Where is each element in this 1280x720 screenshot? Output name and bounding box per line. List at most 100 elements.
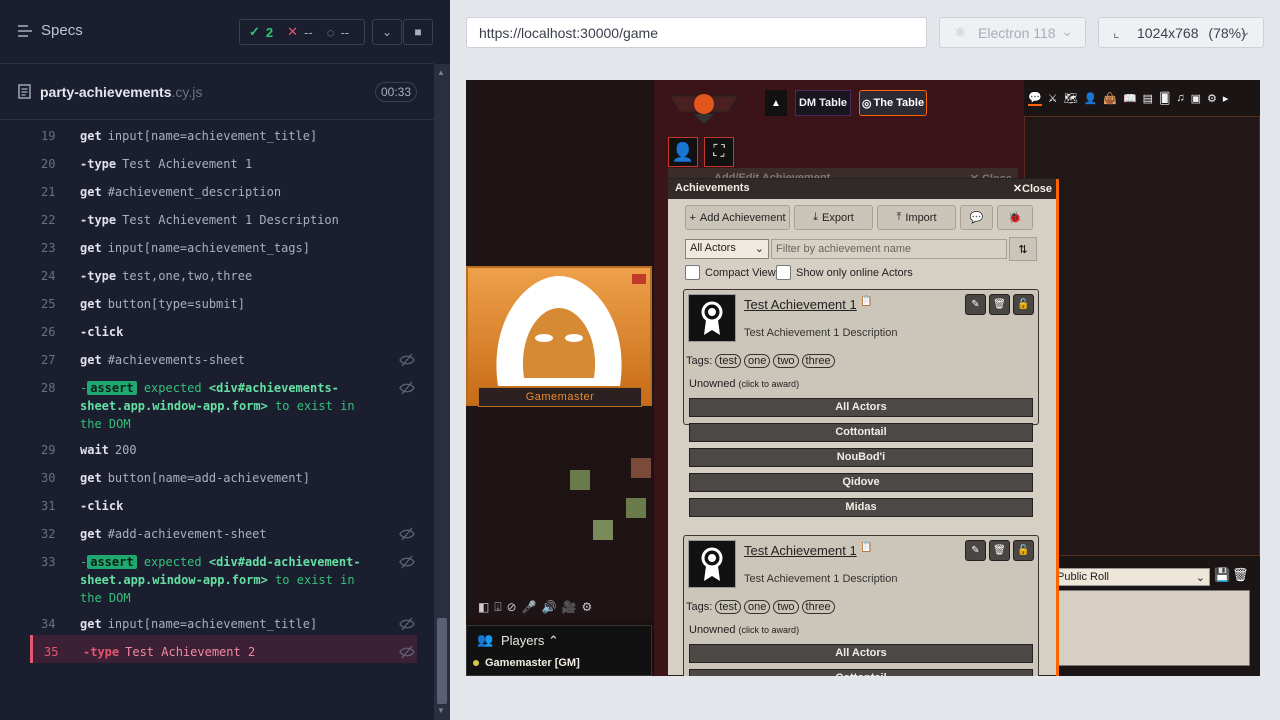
map-icon[interactable]: 🗺 [1064,92,1078,105]
url-bar[interactable]: https://localhost:30000/game [466,17,927,48]
cards-icon[interactable]: 🂠 [1159,92,1170,105]
command-row[interactable]: 23 get input[name=achievement_tags] [30,239,417,257]
command-row[interactable]: 27 get #achievements-sheet [30,351,417,369]
compendium-icon[interactable]: ▣ [1191,92,1201,105]
scroll-down-icon[interactable]: ▼ [437,706,445,715]
roll-mode-select[interactable]: Public Roll ⌄ [1052,568,1210,586]
eye-slash-icon[interactable] [399,644,415,660]
combat-icon[interactable]: ⚔ [1048,92,1058,105]
close-button[interactable]: ✕Close [1013,182,1052,195]
tag-chip[interactable]: two [773,354,799,368]
window-scrollbar[interactable] [1056,179,1059,676]
viewport-select[interactable]: ⌞ 1024x768 (78%) ⌄ [1098,17,1264,48]
command-row[interactable]: 32 get #add-achievement-sheet [30,525,417,543]
settings-icon[interactable]: ⚙ [1207,92,1217,105]
players-title[interactable]: Players ⌃ [501,633,559,649]
chat-icon[interactable]: 💬 [1028,91,1042,106]
eye-slash-icon[interactable] [399,554,415,570]
assert-row[interactable]: 28 - assert expected <div#achievements-she… [30,379,417,433]
back-icon[interactable]: ◧ [478,600,489,614]
collapse-nav-button[interactable]: ▲ [765,90,787,116]
edit-button[interactable]: ✎ [965,294,986,315]
achievements-window-header[interactable]: Achievements ✕Close [668,179,1058,199]
scene-tab-dm-table[interactable]: DM Table [795,90,851,116]
eye-slash-icon[interactable] [399,616,415,632]
add-achievement-button[interactable]: + Add Achievement [685,205,790,230]
playlist-icon[interactable]: ♫ [1176,92,1184,104]
clipboard-icon[interactable]: 📋 [860,542,872,553]
tag-chip[interactable]: test [715,600,742,614]
bug-button[interactable]: 🐞 [997,205,1033,230]
sort-button[interactable]: ⇅ [1009,237,1037,261]
token-1[interactable] [570,470,590,490]
camera-icon[interactable]: 🎥 [562,600,577,614]
dock-icon[interactable]: ⍗ [494,600,501,615]
export-button[interactable]: ⤓ Export [794,205,873,230]
tag-chip[interactable]: three [801,354,835,368]
tables-icon[interactable]: ▤ [1143,92,1153,105]
player-config-button[interactable]: 👤 [668,137,698,167]
clipboard-icon[interactable]: 📋 [860,296,872,307]
runner-scroll-thumb[interactable] [437,618,447,704]
delete-button[interactable]: 🗑 [989,294,1010,315]
command-row[interactable]: 26 -click [30,323,417,341]
scroll-up-icon[interactable]: ▲ [437,68,445,77]
tag-chip[interactable]: one [744,354,771,368]
online-only-checkbox[interactable] [776,265,791,280]
compact-view-checkbox[interactable] [685,265,700,280]
journal-icon[interactable]: 📖 [1123,92,1137,105]
mic-icon[interactable]: 🎤 [522,600,537,614]
command-row[interactable]: 35 -type Test Achievement 2 [30,635,417,663]
command-row[interactable]: 22 -type Test Achievement 1 Description [30,211,417,229]
gear-icon[interactable]: ⚙ [581,600,592,614]
award-actor-button[interactable]: All Actors [689,644,1033,663]
unlock-button[interactable]: 🔓 [1013,294,1034,315]
award-actor-button[interactable]: NouBod'i [689,448,1033,467]
chat-button[interactable]: 💬 [960,205,993,230]
token-3[interactable] [626,498,646,518]
command-row[interactable]: 19 get input[name=achievement_title] [30,127,417,145]
assert-row[interactable]: 33 - assert expected <div#add-achievement-… [30,553,417,607]
items-icon[interactable]: 👜 [1103,92,1117,105]
actor-filter-select[interactable]: All Actors ⌄ [685,239,769,259]
token-2[interactable] [631,458,651,478]
tag-chip[interactable]: test [715,354,742,368]
command-row[interactable]: 29 wait 200 [30,441,417,459]
eye-slash-icon[interactable] [399,352,415,368]
actors-icon[interactable]: 👤 [1084,92,1098,105]
browser-select[interactable]: ⚛ Electron 118 ⌄ [939,17,1086,48]
eye-slash-icon[interactable] [399,526,415,542]
award-actor-button[interactable]: Cottontail [689,423,1033,442]
scene-tab-the-table[interactable]: ◎ The Table [859,90,927,116]
command-row[interactable]: 30 get button[name=add-achievement] [30,469,417,487]
edit-button[interactable]: ✎ [965,540,986,561]
delete-button[interactable]: 🗑 [989,540,1010,561]
token-4[interactable] [593,520,613,540]
command-row[interactable]: 21 get #achievement_description [30,183,417,201]
tag-chip[interactable]: two [773,600,799,614]
award-actor-button[interactable]: Cottontail [689,669,1033,676]
achievement-filter-input[interactable]: Filter by achievement name [771,239,1007,259]
stop-button[interactable]: ■ [403,19,433,45]
command-row[interactable]: 31 -click [30,497,417,515]
chat-input[interactable] [1054,590,1250,666]
trash-icon[interactable]: 🗑 [1232,567,1249,583]
save-icon[interactable]: 💾 [1214,567,1230,583]
chevron-down-button[interactable]: ⌄ [372,19,402,45]
command-row[interactable]: 20 -type Test Achievement 1 [30,155,417,173]
unlock-button[interactable]: 🔓 [1013,540,1034,561]
award-actor-button[interactable]: Qidove [689,473,1033,492]
award-actor-button[interactable]: Midas [689,498,1033,517]
command-row[interactable]: 25 get button[type=submit] [30,295,417,313]
command-row[interactable]: 24 -type test,one,two,three [30,267,417,285]
command-row[interactable]: 34 get input[name=achievement_title] [30,615,417,633]
specs-toggle[interactable]: Specs [17,22,83,39]
import-button[interactable]: ⤒ Import [877,205,956,230]
eye-slash-icon[interactable] [399,380,415,396]
tag-chip[interactable]: one [744,600,771,614]
award-actor-button[interactable]: All Actors [689,398,1033,417]
collapse-icon[interactable]: ▸ [1223,92,1229,105]
volume-icon[interactable]: 🔊 [542,600,557,614]
no-video-icon[interactable]: ⊘ [507,600,517,614]
tag-chip[interactable]: three [801,600,835,614]
